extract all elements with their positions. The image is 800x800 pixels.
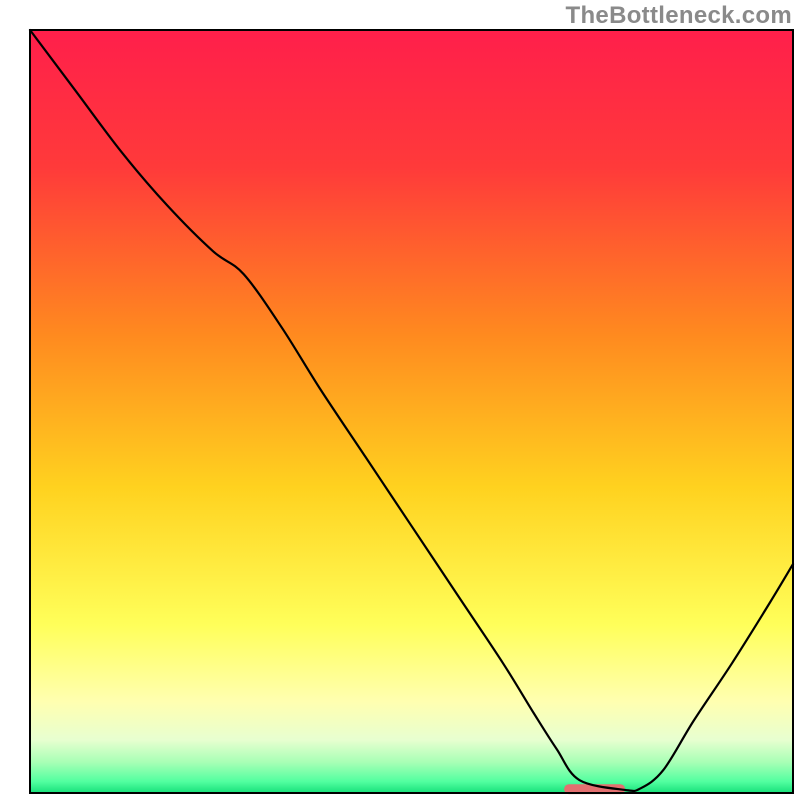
- chart-svg: [0, 0, 800, 800]
- chart-canvas: TheBottleneck.com: [0, 0, 800, 800]
- chart-background: [30, 30, 793, 793]
